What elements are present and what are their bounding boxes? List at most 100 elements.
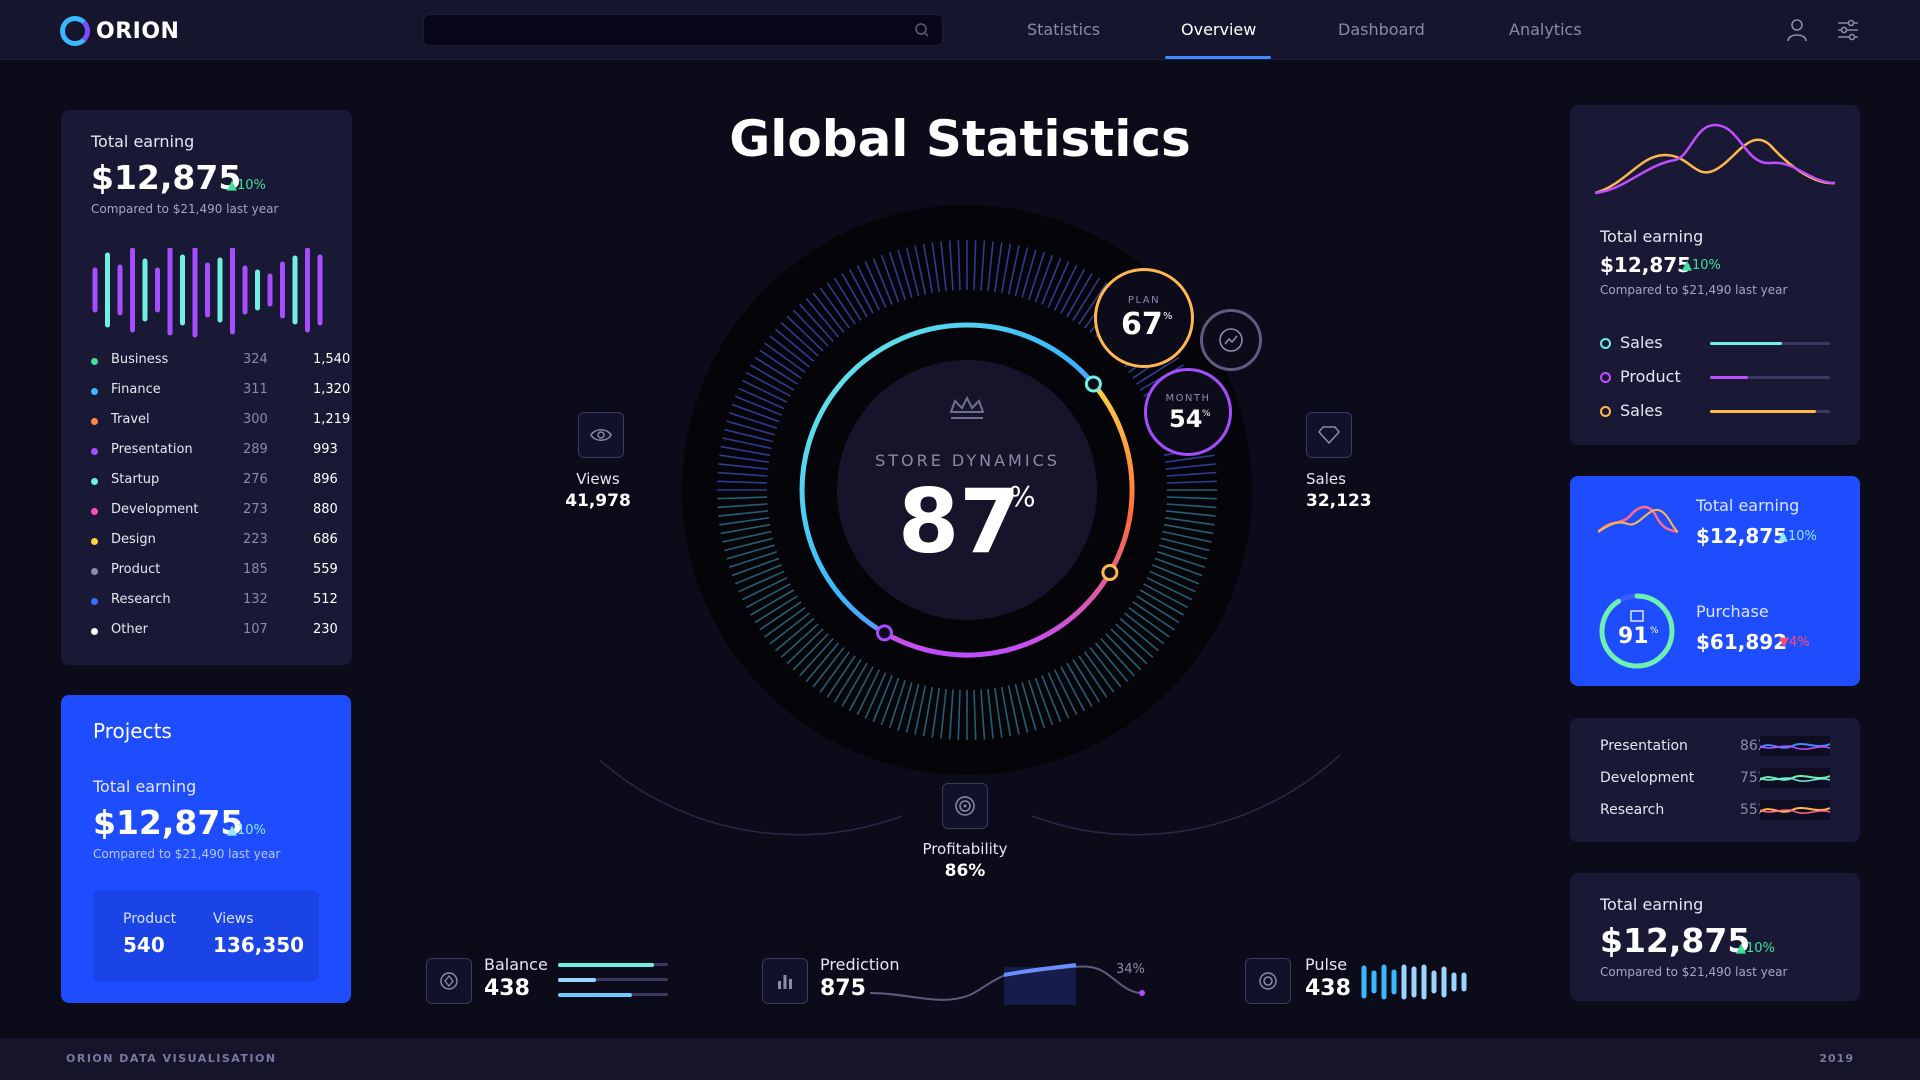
trend-bubble[interactable] xyxy=(1200,309,1262,371)
category-count: 311 xyxy=(243,382,268,397)
projects-card: Projects Total earning $12,875 ▲10% Comp… xyxy=(61,695,351,1003)
balance-button[interactable] xyxy=(426,958,472,1004)
pulse-button[interactable] xyxy=(1245,958,1291,1004)
legend-marker xyxy=(1600,406,1611,417)
right-card-compare: Compared to $21,490 last year xyxy=(1600,283,1788,297)
legend-name: Product xyxy=(1620,367,1681,386)
category-row[interactable]: Research 132 512 xyxy=(91,592,338,612)
balance-bar-3 xyxy=(558,993,632,997)
category-name: Development xyxy=(111,502,199,517)
month-value: 54 xyxy=(1169,405,1203,433)
projects-title: Projects xyxy=(93,719,172,743)
category-name: Business xyxy=(111,352,169,367)
profitability-label: Profitability xyxy=(922,840,1008,858)
right-bottom-change-value: 10% xyxy=(1746,941,1775,956)
category-row[interactable]: Startup 276 896 xyxy=(91,472,338,492)
prediction-value: 875 xyxy=(820,976,866,1001)
search-bar[interactable] xyxy=(423,14,943,46)
sales-label: Sales xyxy=(1306,470,1346,488)
projects-compare: Compared to $21,490 last year xyxy=(93,847,281,861)
legend-row[interactable]: Sales xyxy=(1600,333,1830,355)
category-name: Travel xyxy=(111,412,150,427)
search-input[interactable] xyxy=(424,15,894,45)
footer-brand: ORION DATA VISUALISATION xyxy=(66,1052,277,1065)
category-name: Startup xyxy=(111,472,160,487)
mini-stat-row[interactable]: Development 753 xyxy=(1600,768,1830,792)
category-row[interactable]: Finance 311 1,320 xyxy=(91,382,350,402)
category-row[interactable]: Other 107 230 xyxy=(91,622,338,642)
app-logo[interactable]: ORION xyxy=(60,16,179,46)
blue-card-title: Total earning xyxy=(1696,496,1800,515)
category-dot xyxy=(91,418,98,425)
left-card-change-value: 10% xyxy=(237,178,266,193)
category-total: 230 xyxy=(313,622,338,637)
nav-overview[interactable]: Overview xyxy=(1181,20,1256,39)
plan-label: PLAN xyxy=(1127,295,1161,306)
sales-button[interactable] xyxy=(1306,412,1352,458)
projects-earning-value: $12,875 xyxy=(93,803,244,842)
search-icon[interactable] xyxy=(914,22,930,38)
plan-value: 67 xyxy=(1121,307,1163,342)
prediction-button[interactable] xyxy=(762,958,808,1004)
prediction-end-dot xyxy=(1139,990,1145,996)
category-row[interactable]: Product 185 559 xyxy=(91,562,338,582)
gauge-value: 87 xyxy=(898,470,1021,573)
nav-analytics[interactable]: Analytics xyxy=(1509,20,1582,39)
pulse-bars xyxy=(1361,964,1467,1000)
profitability-button[interactable] xyxy=(942,783,988,829)
prediction-percent: 34% xyxy=(1116,962,1145,977)
mini-stat-row[interactable]: Research 553 xyxy=(1600,800,1830,824)
category-row[interactable]: Design 223 686 xyxy=(91,532,338,552)
active-nav-indicator xyxy=(1165,56,1271,59)
mini-sparkline xyxy=(1760,768,1830,788)
blue-card-change-value: 10% xyxy=(1788,529,1817,544)
legend-fill xyxy=(1710,342,1782,345)
blue-card-change: ▲10% xyxy=(1778,529,1817,544)
nav-statistics[interactable]: Statistics xyxy=(1027,20,1100,39)
legend-name: Sales xyxy=(1620,401,1663,420)
receipt-icon xyxy=(1630,610,1644,622)
category-row[interactable]: Development 273 880 xyxy=(91,502,338,522)
legend-row[interactable]: Product xyxy=(1600,367,1830,389)
gauge-marker-plan xyxy=(1084,375,1102,393)
views-button[interactable] xyxy=(578,412,624,458)
legend-track xyxy=(1710,342,1830,345)
mini-stat-row[interactable]: Presentation 862 xyxy=(1600,736,1830,760)
category-row[interactable]: Business 324 1,540 xyxy=(91,352,350,372)
left-card-change: ▲10% xyxy=(227,178,266,193)
bar-chart-icon xyxy=(778,975,792,989)
settings-sliders-icon[interactable] xyxy=(1836,18,1860,42)
category-row[interactable]: Travel 300 1,219 xyxy=(91,412,350,432)
category-dot xyxy=(91,598,98,605)
gauge-label: STORE DYNAMICS xyxy=(875,451,1060,470)
category-name: Presentation xyxy=(111,442,193,457)
purchase-value: $61,892 xyxy=(1696,630,1788,654)
balance-bar-1 xyxy=(558,963,654,967)
nav-dashboard[interactable]: Dashboard xyxy=(1338,20,1425,39)
right-card-change: ▲10% xyxy=(1682,258,1721,273)
category-dot xyxy=(91,628,98,635)
legend-track xyxy=(1710,410,1830,413)
projects-stats-box: Product 540 Views 136,350 xyxy=(93,891,319,981)
legend-row[interactable]: Sales xyxy=(1600,401,1830,423)
purchase-ring-value: 91 xyxy=(1618,624,1649,649)
month-label: MONTH xyxy=(1165,393,1211,404)
plan-unit: % xyxy=(1163,311,1173,322)
left-bar-sparkline xyxy=(92,248,323,338)
purchase-label: Purchase xyxy=(1696,602,1769,621)
category-count: 289 xyxy=(243,442,268,457)
category-row[interactable]: Presentation 289 993 xyxy=(91,442,338,462)
user-icon[interactable] xyxy=(1786,18,1808,42)
category-total: 1,219 xyxy=(313,412,351,427)
category-name: Finance xyxy=(111,382,161,397)
category-total: 1,320 xyxy=(313,382,351,397)
right-bottom-compare: Compared to $21,490 last year xyxy=(1600,965,1788,979)
category-total: 1,540 xyxy=(313,352,351,367)
profitability-value: 86% xyxy=(944,861,986,881)
right-bottom-change: ▲10% xyxy=(1736,941,1775,956)
gauge-marker-month xyxy=(1101,564,1119,581)
balance-target-icon xyxy=(440,972,458,990)
projects-earning-label: Total earning xyxy=(93,777,197,796)
pulse-value: 438 xyxy=(1305,976,1351,1001)
mini-sparkline xyxy=(1760,736,1830,756)
